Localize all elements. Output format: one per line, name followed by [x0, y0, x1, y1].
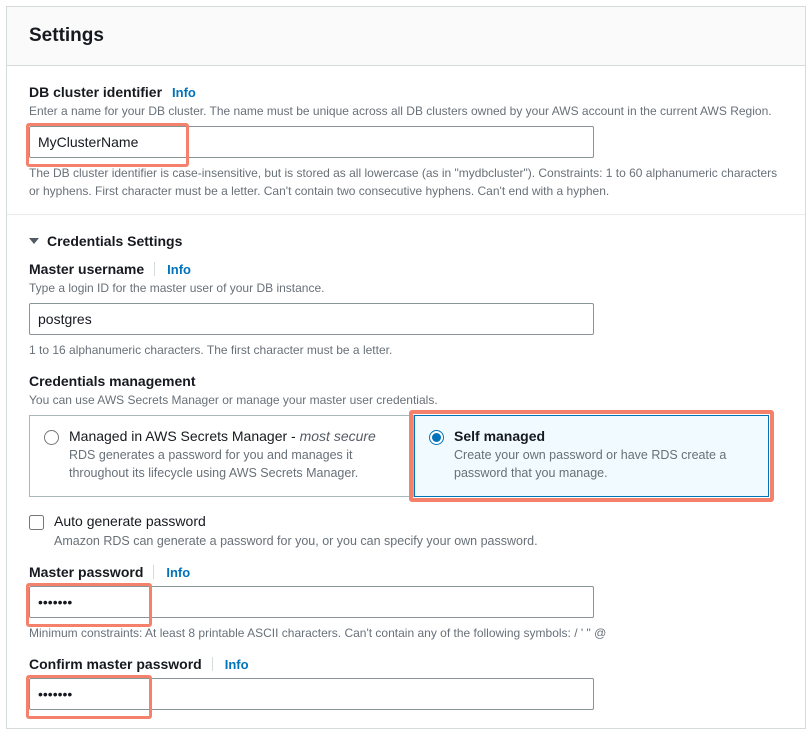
cluster-identifier-help-top: Enter a name for your DB cluster. The na… — [29, 102, 783, 120]
tile-self-desc: Create your own password or have RDS cre… — [454, 447, 754, 482]
cluster-identifier-info-link[interactable]: Info — [172, 85, 196, 100]
autogen-checkbox[interactable] — [29, 515, 44, 530]
credentials-section-title: Credentials Settings — [47, 233, 182, 249]
tile-managed-title: Managed in AWS Secrets Manager - — [69, 428, 300, 444]
panel-body: DB cluster identifier Info Enter a name … — [7, 66, 805, 728]
credentials-management-label: Credentials management — [29, 373, 196, 389]
confirm-password-info-link[interactable]: Info — [225, 657, 249, 672]
master-username-info-link[interactable]: Info — [167, 262, 191, 277]
master-username-label: Master username — [29, 261, 144, 277]
tile-self-title: Self managed — [454, 428, 754, 444]
master-username-help-bottom: 1 to 16 alphanumeric characters. The fir… — [29, 341, 783, 359]
cluster-identifier-input[interactable] — [29, 126, 594, 158]
cluster-identifier-help-bottom: The DB cluster identifier is case-insens… — [29, 164, 783, 200]
credentials-radio-self[interactable] — [429, 430, 444, 445]
cluster-identifier-label: DB cluster identifier — [29, 84, 162, 100]
settings-panel: Settings DB cluster identifier Info Ente… — [6, 6, 806, 729]
cluster-identifier-group: DB cluster identifier Info Enter a name … — [29, 84, 783, 200]
master-password-group: Master password Info Minimum constraints… — [29, 564, 783, 642]
confirm-password-input[interactable] — [29, 678, 594, 710]
master-username-help-top: Type a login ID for the master user of y… — [29, 279, 783, 297]
credentials-tile-managed[interactable]: Managed in AWS Secrets Manager - most se… — [29, 415, 414, 497]
credentials-radio-managed[interactable] — [44, 430, 59, 445]
tile-managed-title-suffix: most secure — [300, 428, 376, 444]
master-password-info-link[interactable]: Info — [166, 565, 190, 580]
caret-down-icon — [29, 238, 39, 244]
confirm-password-group: Confirm master password Info — [29, 656, 783, 710]
master-password-help-bottom: Minimum constraints: At least 8 printabl… — [29, 624, 783, 642]
master-password-input[interactable] — [29, 586, 594, 618]
credentials-tile-self[interactable]: Self managed Create your own password or… — [414, 415, 769, 497]
page-title: Settings — [29, 25, 783, 47]
master-password-label: Master password — [29, 564, 143, 580]
master-username-group: Master username Info Type a login ID for… — [29, 261, 783, 359]
tile-managed-desc: RDS generates a password for you and man… — [69, 447, 399, 482]
credentials-management-help: You can use AWS Secrets Manager or manag… — [29, 391, 783, 409]
autogen-help: Amazon RDS can generate a password for y… — [54, 534, 783, 548]
panel-header: Settings — [7, 7, 805, 66]
confirm-password-label: Confirm master password — [29, 656, 202, 672]
autogen-label[interactable]: Auto generate password — [54, 513, 206, 529]
master-username-input[interactable] — [29, 303, 594, 335]
credentials-section-toggle[interactable]: Credentials Settings — [29, 233, 783, 249]
credentials-management-group: Credentials management You can use AWS S… — [29, 373, 783, 497]
autogen-row: Auto generate password — [29, 513, 783, 530]
